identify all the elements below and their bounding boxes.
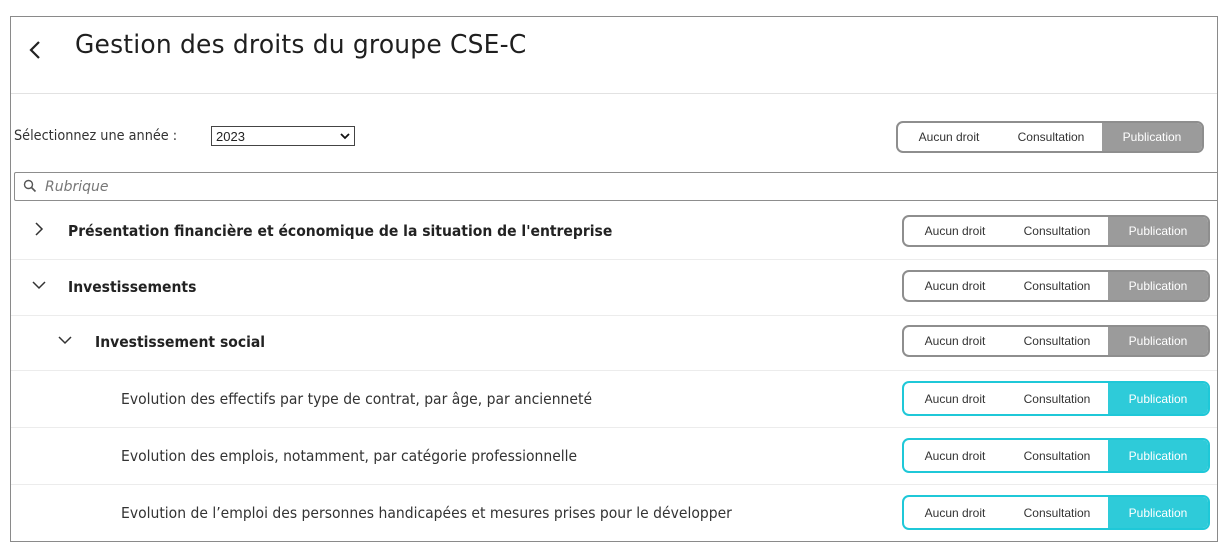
row-rights-toggle[interactable]: Aucun droit Consultation Publication xyxy=(902,381,1210,416)
option-publication[interactable]: Publication xyxy=(1108,383,1208,414)
back-button[interactable] xyxy=(25,37,47,63)
option-consultation[interactable]: Consultation xyxy=(1006,327,1108,355)
option-aucun-droit[interactable]: Aucun droit xyxy=(904,272,1006,300)
option-aucun-droit[interactable]: Aucun droit xyxy=(904,440,1006,471)
row-label: Evolution de l’emploi des personnes hand… xyxy=(121,504,732,522)
page-header: Gestion des droits du groupe CSE-C xyxy=(11,17,1217,94)
tree-row: Evolution des emplois, notamment, par ca… xyxy=(11,427,1217,485)
tree-row: Investissement social Aucun droit Consul… xyxy=(11,314,1217,371)
search-box[interactable] xyxy=(14,172,1217,201)
year-select[interactable]: 2023 xyxy=(211,126,355,146)
option-consultation[interactable]: Consultation xyxy=(1006,272,1108,300)
row-label: Evolution des emplois, notamment, par ca… xyxy=(121,446,578,465)
tree-row: Evolution de l’emploi des personnes hand… xyxy=(11,484,1217,541)
tree-row: Présentation financière et économique de… xyxy=(11,203,1217,260)
chevron-down-icon[interactable] xyxy=(31,277,47,293)
tree-row: Evolution des effectifs par type de cont… xyxy=(11,370,1217,428)
chevron-right-icon[interactable] xyxy=(31,221,47,237)
page-title: Gestion des droits du groupe CSE-C xyxy=(75,30,527,60)
option-publication[interactable]: Publication xyxy=(1108,497,1208,528)
option-consultation[interactable]: Consultation xyxy=(1006,497,1108,528)
search-input[interactable] xyxy=(43,176,647,198)
option-consultation[interactable]: Consultation xyxy=(1006,440,1108,471)
global-rights-toggle[interactable]: Aucun droit Consultation Publication xyxy=(896,121,1204,153)
row-label: Investissement social xyxy=(95,333,266,351)
option-consultation[interactable]: Consultation xyxy=(1006,383,1108,414)
chevron-left-icon xyxy=(29,41,40,59)
option-aucun-droit[interactable]: Aucun droit xyxy=(904,497,1006,528)
option-publication[interactable]: Publication xyxy=(1108,440,1208,471)
row-rights-toggle[interactable]: Aucun droit Consultation Publication xyxy=(902,215,1210,247)
rights-panel: Gestion des droits du groupe CSE-C Sélec… xyxy=(10,16,1218,542)
option-aucun-droit[interactable]: Aucun droit xyxy=(898,123,1000,151)
option-publication[interactable]: Publication xyxy=(1108,272,1208,300)
row-label: Investissements xyxy=(68,278,197,296)
row-label: Evolution des effectifs par type de cont… xyxy=(121,389,593,408)
year-label: Sélectionnez une année : xyxy=(14,128,178,144)
year-select-value: 2023 xyxy=(216,128,245,144)
option-consultation[interactable]: Consultation xyxy=(1000,123,1102,151)
row-rights-toggle[interactable]: Aucun droit Consultation Publication xyxy=(902,325,1210,357)
tree-row: Investissements Aucun droit Consultation… xyxy=(11,259,1217,316)
search-icon xyxy=(23,179,37,193)
option-aucun-droit[interactable]: Aucun droit xyxy=(904,327,1006,355)
option-publication[interactable]: Publication xyxy=(1102,123,1202,151)
option-aucun-droit[interactable]: Aucun droit xyxy=(904,383,1006,414)
row-rights-toggle[interactable]: Aucun droit Consultation Publication xyxy=(902,438,1210,473)
row-rights-toggle[interactable]: Aucun droit Consultation Publication xyxy=(902,270,1210,302)
option-aucun-droit[interactable]: Aucun droit xyxy=(904,217,1006,245)
chevron-down-icon[interactable] xyxy=(57,332,73,348)
row-rights-toggle[interactable]: Aucun droit Consultation Publication xyxy=(902,495,1210,530)
chevron-down-icon xyxy=(340,133,350,140)
row-label: Présentation financière et économique de… xyxy=(68,222,613,240)
option-publication[interactable]: Publication xyxy=(1108,217,1208,245)
option-consultation[interactable]: Consultation xyxy=(1006,217,1108,245)
option-publication[interactable]: Publication xyxy=(1108,327,1208,355)
